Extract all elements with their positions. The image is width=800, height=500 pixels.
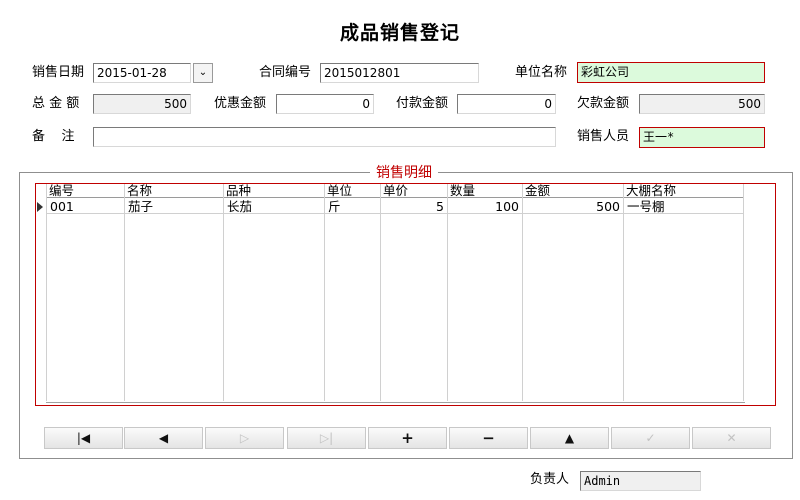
salesperson-input[interactable]: 王一* <box>639 127 765 148</box>
last-record-icon: ▷| <box>319 431 334 445</box>
page-title: 成品销售登记 <box>339 22 460 44</box>
discount-input[interactable]: 0 <box>276 94 374 114</box>
horizontal-scrollbar[interactable] <box>46 402 745 403</box>
table-cell-unit[interactable]: 斤 <box>325 199 380 214</box>
responsible-field: Admin <box>580 471 701 491</box>
grid-col-divider <box>623 184 624 401</box>
grid-col-divider <box>223 184 224 401</box>
sale-date-input[interactable]: 2015-01-28 <box>93 63 191 83</box>
unit-name-input[interactable]: 彩虹公司 <box>577 62 765 83</box>
previous-record-button[interactable]: ◀ <box>124 427 203 449</box>
unit-name-label: 单位名称 <box>515 65 568 80</box>
post-record-button[interactable]: ✓ <box>611 427 690 449</box>
col-header-unit[interactable]: 单位 <box>325 184 380 198</box>
grid-col-divider <box>324 184 325 401</box>
col-header-amount[interactable]: 金额 <box>523 184 623 198</box>
next-record-icon: ▷ <box>239 431 250 445</box>
table-cell-variety[interactable]: 长茄 <box>224 199 324 214</box>
remark-label: 备 注 <box>32 129 75 144</box>
table-cell-price[interactable]: 5 <box>381 199 447 214</box>
sales-details-legend: 销售明细 <box>370 162 438 182</box>
total-amount-label: 总 金 额 <box>32 96 80 111</box>
grid-col-divider <box>447 184 448 401</box>
grid-col-divider <box>743 184 744 401</box>
current-row-indicator-icon <box>37 202 43 212</box>
add-record-button[interactable]: + <box>368 427 447 449</box>
previous-record-icon: ◀ <box>158 431 169 445</box>
edit-record-button[interactable]: ▲ <box>530 427 609 449</box>
table-cell-code[interactable]: 001 <box>47 199 124 214</box>
total-amount-field: 500 <box>93 94 191 114</box>
contract-no-input[interactable]: 2015012801 <box>320 63 479 83</box>
remark-input[interactable] <box>93 127 556 147</box>
checkmark-icon: ✓ <box>645 431 656 445</box>
contract-no-label: 合同编号 <box>259 65 312 80</box>
grid-col-divider <box>46 184 47 401</box>
owed-label: 欠款金额 <box>577 96 630 111</box>
delete-record-button[interactable]: − <box>449 427 528 449</box>
first-record-button[interactable]: |◀ <box>44 427 123 449</box>
table-cell-greenhouse[interactable]: 一号棚 <box>624 199 743 214</box>
sale-date-label: 销售日期 <box>32 65 85 80</box>
col-header-name[interactable]: 名称 <box>125 184 223 198</box>
table-cell-qty[interactable]: 100 <box>448 199 522 214</box>
grid-col-divider <box>522 184 523 401</box>
responsible-label: 负责人 <box>530 472 570 487</box>
salesperson-label: 销售人员 <box>577 129 630 144</box>
grid-col-divider <box>124 184 125 401</box>
up-triangle-icon: ▲ <box>564 431 575 445</box>
first-record-icon: |◀ <box>76 431 91 445</box>
cancel-edit-button[interactable]: ✕ <box>692 427 771 449</box>
next-record-button[interactable]: ▷ <box>205 427 284 449</box>
table-cell-name[interactable]: 茄子 <box>125 199 223 214</box>
col-header-qty[interactable]: 数量 <box>448 184 522 198</box>
plus-icon: + <box>401 429 414 447</box>
col-header-price[interactable]: 单价 <box>381 184 447 198</box>
discount-label: 优惠金额 <box>214 96 267 111</box>
grid-col-divider <box>380 184 381 401</box>
sales-details-grid[interactable]: 编号 名称 品种 单位 单价 数量 金额 大棚名称 001 茄子 长茄 斤 5 … <box>35 183 776 406</box>
last-record-button[interactable]: ▷| <box>287 427 366 449</box>
paid-label: 付款金额 <box>396 96 449 111</box>
paid-input[interactable]: 0 <box>457 94 556 114</box>
owed-field: 500 <box>639 94 765 114</box>
sale-date-dropdown-button[interactable]: ⌄ <box>193 63 213 83</box>
minus-icon: − <box>482 429 495 447</box>
col-header-greenhouse[interactable]: 大棚名称 <box>624 184 743 198</box>
cross-icon: ✕ <box>726 431 737 445</box>
chevron-down-icon: ⌄ <box>198 67 208 78</box>
table-cell-amount[interactable]: 500 <box>523 199 623 214</box>
col-header-code[interactable]: 编号 <box>47 184 124 198</box>
col-header-variety[interactable]: 品种 <box>224 184 324 198</box>
